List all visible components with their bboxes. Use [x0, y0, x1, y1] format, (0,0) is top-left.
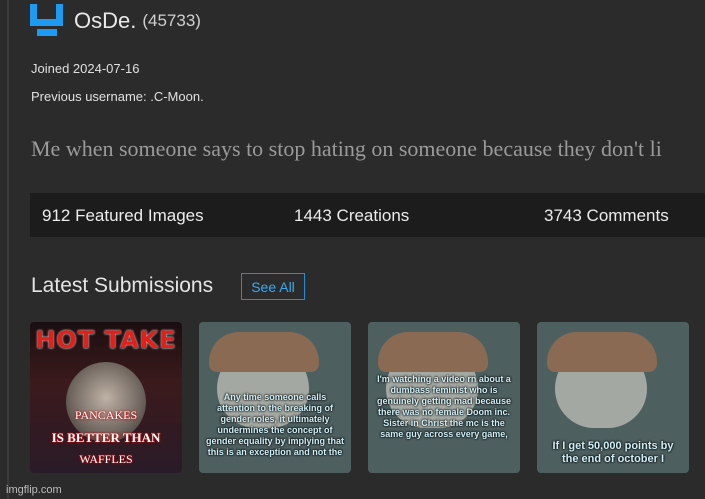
previous-username: Previous username: .C-Moon. [31, 89, 204, 104]
submission-thumbnail[interactable]: HOT TAKE PANCAKES IS BETTER THAN WAFFLES [30, 322, 182, 473]
joined-date: Joined 2024-07-16 [31, 61, 140, 76]
thumbnail-caption: IS BETTER THAN [51, 430, 161, 445]
profile-bio: Me when someone says to stop hating on s… [31, 136, 662, 161]
character-hair [209, 332, 319, 372]
latest-submissions-title: Latest Submissions [31, 274, 214, 297]
profile-header: OsDe. (45733) [30, 4, 201, 38]
character-hair [547, 332, 657, 372]
submission-thumbnail[interactable]: I'm watching a video rn about a dumbass … [368, 322, 520, 473]
stats-bar: 912 Featured Images 1443 Creations 3743 … [30, 193, 705, 237]
meme-caption: If I get 50,000 points by the end of oct… [552, 440, 674, 465]
user-id: (45733) [142, 11, 201, 30]
username: OsDe. [74, 8, 137, 33]
meme-caption: Any time someone calls attention to the … [205, 392, 345, 457]
thumbnail-caption: PANCAKES [74, 408, 138, 422]
thumbnail-caption: WAFFLES [79, 452, 133, 466]
thumbnail-title: HOT TAKE [35, 326, 177, 354]
see-all-button[interactable]: See All [241, 273, 305, 300]
user-avatar-icon[interactable] [30, 4, 64, 38]
submission-thumbnail[interactable]: If I get 50,000 points by the end of oct… [537, 322, 689, 473]
comments-stat[interactable]: 3743 Comments [544, 206, 669, 226]
creations-stat[interactable]: 1443 Creations [294, 206, 409, 226]
character-hair [378, 332, 488, 372]
left-divider [7, 0, 9, 499]
featured-images-stat[interactable]: 912 Featured Images [42, 206, 204, 226]
meme-caption: I'm watching a video rn about a dumbass … [376, 374, 512, 439]
imgflip-watermark: imgflip.com [6, 484, 62, 496]
submission-thumbnail[interactable]: Any time someone calls attention to the … [199, 322, 351, 473]
